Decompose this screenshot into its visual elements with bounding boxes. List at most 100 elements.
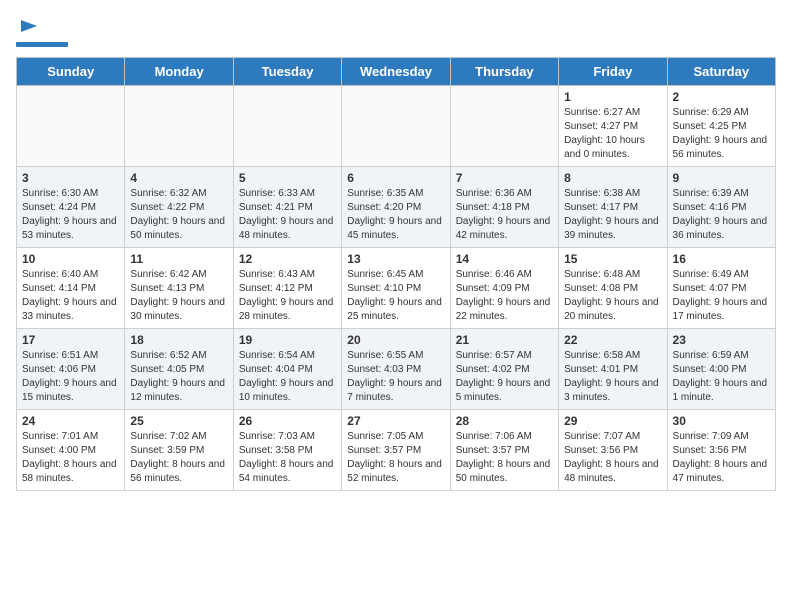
day-number: 5 (239, 171, 336, 185)
day-info: Sunrise: 6:48 AM Sunset: 4:08 PM Dayligh… (564, 268, 661, 324)
calendar-week-5: 24Sunrise: 7:01 AM Sunset: 4:00 PM Dayli… (17, 410, 776, 491)
calendar-cell: 28 Sunrise: 7:06 AM Sunset: 3:57 PM Dayli… (450, 410, 558, 491)
calendar-week-2: 3 Sunrise: 6:30 AM Sunset: 4:24 PM Daylig… (17, 167, 776, 248)
day-number: 25 (130, 414, 227, 428)
day-number: 10 (22, 252, 119, 266)
day-number: 9 (673, 171, 770, 185)
calendar-cell: 2Sunrise: 6:29 AM Sunset: 4:25 PM Daylig… (667, 86, 775, 167)
calendar-cell: 8 Sunrise: 6:38 AM Sunset: 4:17 PM Daylig… (559, 167, 667, 248)
day-info: Sunrise: 6:30 AM Sunset: 4:24 PM Dayligh… (22, 187, 119, 243)
calendar-cell: 15Sunrise: 6:48 AM Sunset: 4:08 PM Dayli… (559, 248, 667, 329)
calendar-cell: 20 Sunrise: 6:55 AM Sunset: 4:03 PM Dayli… (342, 329, 450, 410)
day-info: Sunrise: 7:09 AM Sunset: 3:56 PM Dayligh… (673, 430, 770, 486)
day-number: 16 (673, 252, 770, 266)
day-info: Sunrise: 6:49 AM Sunset: 4:07 PM Dayligh… (673, 268, 770, 324)
calendar-table: SundayMondayTuesdayWednesdayThursdayFrid… (16, 57, 776, 491)
day-number: 1 (564, 90, 661, 104)
weekday-header-wednesday: Wednesday (342, 58, 450, 86)
calendar-cell (17, 86, 125, 167)
calendar-cell: 4 Sunrise: 6:32 AM Sunset: 4:22 PM Daylig… (125, 167, 233, 248)
day-number: 12 (239, 252, 336, 266)
calendar-cell: 12 Sunrise: 6:43 AM Sunset: 4:12 PM Dayli… (233, 248, 341, 329)
calendar-cell: 1 Sunrise: 6:27 AM Sunset: 4:27 PM Daylig… (559, 86, 667, 167)
day-info: Sunrise: 7:05 AM Sunset: 3:57 PM Dayligh… (347, 430, 444, 486)
day-info: Sunrise: 6:54 AM Sunset: 4:04 PM Dayligh… (239, 349, 336, 405)
day-info: Sunrise: 7:01 AM Sunset: 4:00 PM Dayligh… (22, 430, 119, 486)
calendar-cell: 3 Sunrise: 6:30 AM Sunset: 4:24 PM Daylig… (17, 167, 125, 248)
day-info: Sunrise: 6:33 AM Sunset: 4:21 PM Dayligh… (239, 187, 336, 243)
day-number: 27 (347, 414, 444, 428)
day-number: 3 (22, 171, 119, 185)
day-number: 22 (564, 333, 661, 347)
weekday-header-friday: Friday (559, 58, 667, 86)
calendar-cell: 16 Sunrise: 6:49 AM Sunset: 4:07 PM Dayli… (667, 248, 775, 329)
calendar-cell: 27 Sunrise: 7:05 AM Sunset: 3:57 PM Dayli… (342, 410, 450, 491)
day-number: 13 (347, 252, 444, 266)
day-number: 23 (673, 333, 770, 347)
day-info: Sunrise: 6:46 AM Sunset: 4:09 PM Dayligh… (456, 268, 553, 324)
day-info: Sunrise: 7:02 AM Sunset: 3:59 PM Dayligh… (130, 430, 227, 486)
day-info: Sunrise: 6:39 AM Sunset: 4:16 PM Dayligh… (673, 187, 770, 243)
logo-underline (16, 42, 68, 47)
day-info: Sunrise: 6:40 AM Sunset: 4:14 PM Dayligh… (22, 268, 119, 324)
calendar-cell: 17 Sunrise: 6:51 AM Sunset: 4:06 PM Dayli… (17, 329, 125, 410)
logo (16, 16, 68, 47)
weekday-header-tuesday: Tuesday (233, 58, 341, 86)
calendar-cell (233, 86, 341, 167)
day-info: Sunrise: 6:57 AM Sunset: 4:02 PM Dayligh… (456, 349, 553, 405)
day-info: Sunrise: 6:59 AM Sunset: 4:00 PM Dayligh… (673, 349, 770, 405)
calendar-week-4: 17 Sunrise: 6:51 AM Sunset: 4:06 PM Dayli… (17, 329, 776, 410)
calendar-cell: 14 Sunrise: 6:46 AM Sunset: 4:09 PM Dayli… (450, 248, 558, 329)
day-info: Sunrise: 6:38 AM Sunset: 4:17 PM Dayligh… (564, 187, 661, 243)
day-info: Sunrise: 6:58 AM Sunset: 4:01 PM Dayligh… (564, 349, 661, 405)
day-info: Sunrise: 6:27 AM Sunset: 4:27 PM Dayligh… (564, 106, 661, 162)
day-number: 17 (22, 333, 119, 347)
weekday-header-saturday: Saturday (667, 58, 775, 86)
page-header (16, 16, 776, 47)
calendar-cell: 22 Sunrise: 6:58 AM Sunset: 4:01 PM Dayli… (559, 329, 667, 410)
logo-arrow-icon (19, 16, 39, 36)
calendar-cell: 25 Sunrise: 7:02 AM Sunset: 3:59 PM Dayli… (125, 410, 233, 491)
calendar-cell: 26 Sunrise: 7:03 AM Sunset: 3:58 PM Dayli… (233, 410, 341, 491)
day-info: Sunrise: 6:43 AM Sunset: 4:12 PM Dayligh… (239, 268, 336, 324)
day-number: 18 (130, 333, 227, 347)
day-info: Sunrise: 6:32 AM Sunset: 4:22 PM Dayligh… (130, 187, 227, 243)
calendar-cell: 23 Sunrise: 6:59 AM Sunset: 4:00 PM Dayli… (667, 329, 775, 410)
calendar-cell (342, 86, 450, 167)
day-info: Sunrise: 6:51 AM Sunset: 4:06 PM Dayligh… (22, 349, 119, 405)
day-info: Sunrise: 7:06 AM Sunset: 3:57 PM Dayligh… (456, 430, 553, 486)
day-number: 8 (564, 171, 661, 185)
calendar-week-1: 1 Sunrise: 6:27 AM Sunset: 4:27 PM Daylig… (17, 86, 776, 167)
weekday-header-thursday: Thursday (450, 58, 558, 86)
day-number: 4 (130, 171, 227, 185)
day-info: Sunrise: 6:55 AM Sunset: 4:03 PM Dayligh… (347, 349, 444, 405)
calendar-cell (125, 86, 233, 167)
calendar-cell: 11Sunrise: 6:42 AM Sunset: 4:13 PM Dayli… (125, 248, 233, 329)
day-info: Sunrise: 6:45 AM Sunset: 4:10 PM Dayligh… (347, 268, 444, 324)
day-number: 14 (456, 252, 553, 266)
day-number: 11 (130, 252, 227, 266)
day-number: 20 (347, 333, 444, 347)
calendar-cell: 21 Sunrise: 6:57 AM Sunset: 4:02 PM Dayli… (450, 329, 558, 410)
day-number: 21 (456, 333, 553, 347)
weekday-header-row: SundayMondayTuesdayWednesdayThursdayFrid… (17, 58, 776, 86)
day-info: Sunrise: 6:29 AM Sunset: 4:25 PM Dayligh… (673, 106, 770, 162)
day-info: Sunrise: 7:07 AM Sunset: 3:56 PM Dayligh… (564, 430, 661, 486)
calendar-cell: 7 Sunrise: 6:36 AM Sunset: 4:18 PM Daylig… (450, 167, 558, 248)
day-info: Sunrise: 6:52 AM Sunset: 4:05 PM Dayligh… (130, 349, 227, 405)
day-number: 28 (456, 414, 553, 428)
day-info: Sunrise: 6:35 AM Sunset: 4:20 PM Dayligh… (347, 187, 444, 243)
day-number: 7 (456, 171, 553, 185)
calendar-cell: 30 Sunrise: 7:09 AM Sunset: 3:56 PM Dayli… (667, 410, 775, 491)
day-info: Sunrise: 7:03 AM Sunset: 3:58 PM Dayligh… (239, 430, 336, 486)
day-number: 6 (347, 171, 444, 185)
calendar-cell: 10 Sunrise: 6:40 AM Sunset: 4:14 PM Dayli… (17, 248, 125, 329)
day-info: Sunrise: 6:36 AM Sunset: 4:18 PM Dayligh… (456, 187, 553, 243)
day-number: 29 (564, 414, 661, 428)
calendar-cell: 29 Sunrise: 7:07 AM Sunset: 3:56 PM Dayli… (559, 410, 667, 491)
calendar-cell: 5 Sunrise: 6:33 AM Sunset: 4:21 PM Daylig… (233, 167, 341, 248)
calendar-cell (450, 86, 558, 167)
day-number: 30 (673, 414, 770, 428)
calendar-cell: 6 Sunrise: 6:35 AM Sunset: 4:20 PM Daylig… (342, 167, 450, 248)
day-number: 26 (239, 414, 336, 428)
